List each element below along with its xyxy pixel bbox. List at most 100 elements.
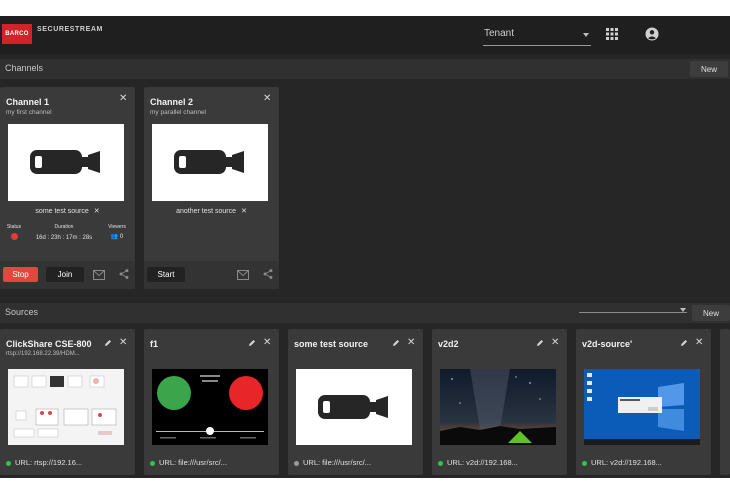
status-block: Status [4, 224, 24, 242]
source-status-dot-icon [294, 460, 299, 466]
close-icon[interactable]: ✕ [119, 338, 127, 348]
source-card-v2d2[interactable]: v2d2 ✕ URL: v2d://192.168... [432, 329, 567, 475]
source-url: URL: file:///usr/src/... [294, 458, 371, 467]
account-circle-icon[interactable] [645, 27, 659, 41]
channel-card-2[interactable]: Channel 2 my parallel channel ✕ another … [144, 87, 279, 289]
channel-footer: Start [144, 261, 279, 289]
channel-title: Channel 2 [150, 97, 194, 107]
source-url: URL: file:///usr/src/... [150, 458, 227, 467]
source-card-partial[interactable] [720, 329, 730, 475]
source-title: v2d2 [438, 339, 459, 349]
windows-desktop-preview [584, 369, 700, 445]
channel-footer: Stop Join [0, 261, 135, 289]
video-camera-icon [174, 150, 244, 174]
channel-title: Channel 1 [6, 97, 50, 107]
app-name: SECURESTREAM [37, 26, 103, 33]
source-title: ClickShare CSE-800 [6, 339, 92, 349]
channels-title: Channels [5, 63, 44, 73]
source-card-some-test-source[interactable]: some test source ✕ URL: file:///usr/src/… [288, 329, 423, 475]
source-url-text: URL: file:///usr/src/... [303, 458, 371, 467]
close-icon[interactable]: ✕ [263, 94, 271, 104]
source-card-clickshare[interactable]: ClickShare CSE-800 rtsp://192.168.22.39/… [0, 329, 135, 475]
channel-source-label: some test source [35, 208, 89, 215]
source-title: f1 [150, 339, 159, 349]
channel-subtitle: my first channel [6, 109, 52, 116]
channel-subtitle: my parallel channel [150, 109, 207, 116]
top-bar: BARCO SECURESTREAM Tenant [0, 16, 730, 54]
status-label: Status [6, 224, 22, 230]
source-preview [440, 369, 556, 445]
close-icon[interactable]: ✕ [551, 338, 559, 348]
duration-block: Duration 16d : 23h : 17m : 28s [29, 224, 99, 241]
mail-icon[interactable] [237, 270, 249, 280]
source-url-text: URL: v2d://192.168... [447, 458, 518, 467]
tenant-select[interactable]: Tenant [483, 25, 591, 46]
source-preview [8, 369, 124, 445]
source-url: URL: v2d://192.168... [438, 458, 518, 467]
night-sky-preview [440, 369, 556, 445]
viewers-block: Viewers 👥 0 [102, 224, 132, 240]
source-card-v2d-source[interactable]: v2d-source' ✕ URL: v2d://192.168... [576, 329, 711, 475]
test-pattern-preview [152, 369, 268, 445]
remove-source-icon[interactable]: ✕ [241, 208, 247, 215]
source-status-dot-icon [150, 460, 155, 466]
caret-down-icon [583, 33, 589, 37]
source-preview [152, 369, 268, 445]
new-channel-button[interactable]: New [690, 61, 728, 77]
video-camera-icon [30, 150, 100, 174]
tenant-label: Tenant [484, 28, 515, 39]
join-button[interactable]: Join [46, 267, 84, 282]
sources-header: Sources [0, 303, 730, 323]
source-preview [296, 369, 412, 445]
source-card-f1[interactable]: f1 ✕ URL: file:///usr/src/... [144, 329, 279, 475]
sources-filter-select[interactable] [579, 312, 687, 313]
apps-grid-icon[interactable] [606, 28, 618, 40]
edit-icon[interactable] [248, 339, 256, 347]
source-title: some test source [294, 339, 369, 349]
mail-icon[interactable] [93, 270, 105, 280]
video-camera-icon [318, 395, 388, 419]
edit-icon[interactable] [392, 339, 400, 347]
source-url: URL: v2d://192.168... [582, 458, 662, 467]
duration-label: Duration [54, 224, 74, 230]
close-icon[interactable]: ✕ [119, 94, 127, 104]
source-url-text: URL: file:///usr/src/... [159, 458, 227, 467]
source-preview [584, 369, 700, 445]
source-url-text: URL: v2d://192.168... [591, 458, 662, 467]
clickshare-screen-preview [13, 375, 117, 438]
channels-header: Channels [0, 59, 730, 79]
new-source-button[interactable]: New [692, 305, 730, 321]
live-status-icon [10, 233, 18, 240]
share-icon[interactable] [118, 269, 130, 279]
sources-title: Sources [5, 307, 39, 317]
app-window: BARCO SECURESTREAM Tenant Channels New C… [0, 16, 730, 478]
channel-card-1[interactable]: Channel 1 my first channel ✕ some test s… [0, 87, 135, 289]
remove-source-icon[interactable]: ✕ [94, 208, 100, 215]
close-icon[interactable]: ✕ [263, 338, 271, 348]
edit-icon[interactable] [104, 339, 112, 347]
source-status-dot-icon [582, 460, 587, 466]
channel-source-label: another test source [176, 208, 237, 215]
edit-icon[interactable] [680, 339, 688, 347]
channel-source: some test source ✕ [0, 207, 135, 215]
share-icon[interactable] [262, 269, 274, 279]
source-status-dot-icon [438, 460, 443, 466]
viewers-count: 0 [119, 234, 124, 240]
source-status-dot-icon [6, 460, 11, 466]
source-url-text: URL: rtsp://192.16... [15, 458, 83, 467]
viewers-label: Viewers [108, 224, 126, 230]
source-subtitle: rtsp://192.168.22.39/HDM... [6, 351, 80, 357]
edit-icon[interactable] [536, 339, 544, 347]
stop-button[interactable]: Stop [3, 267, 38, 282]
channel-preview [152, 124, 268, 201]
close-icon[interactable]: ✕ [407, 338, 415, 348]
start-button[interactable]: Start [147, 267, 185, 282]
caret-down-icon[interactable] [680, 308, 686, 312]
barco-logo: BARCO [2, 24, 32, 44]
viewers-icon: 👥 [110, 234, 119, 240]
channel-preview [8, 124, 124, 201]
source-title: v2d-source' [582, 339, 633, 349]
close-icon[interactable]: ✕ [695, 338, 703, 348]
duration-value: 16d : 23h : 17m : 28s [35, 235, 93, 241]
source-url: URL: rtsp://192.16... [6, 458, 82, 467]
